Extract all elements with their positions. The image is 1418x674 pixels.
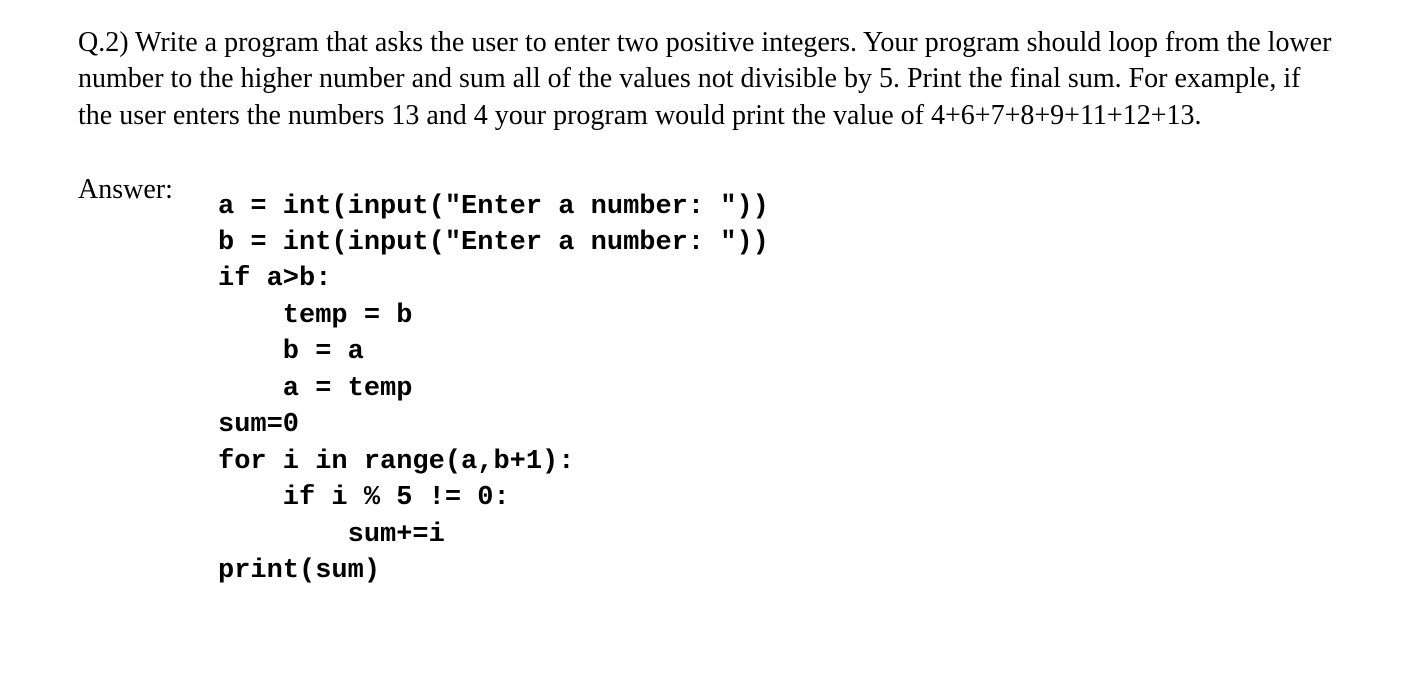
question-text: Q.2) Write a program that asks the user … (78, 25, 1340, 134)
answer-section: Answer: a = int(input("Enter a number: "… (78, 172, 1340, 589)
code-block: a = int(input("Enter a number: ")) b = i… (218, 189, 1340, 590)
